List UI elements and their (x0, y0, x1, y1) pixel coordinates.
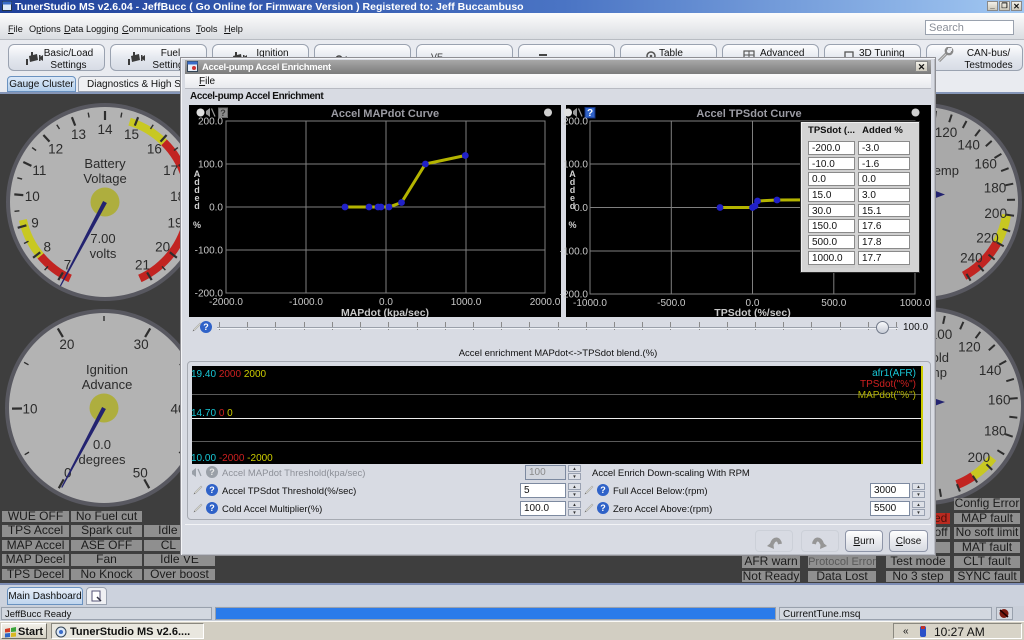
svg-text:21: 21 (135, 258, 150, 273)
svg-text:200: 200 (984, 206, 1007, 221)
svg-text:16: 16 (147, 141, 162, 156)
svg-text:10: 10 (25, 189, 40, 204)
svg-text:Voltage: Voltage (83, 171, 126, 186)
svg-text:220: 220 (976, 230, 999, 245)
svg-text:200.0: 200.0 (563, 117, 588, 128)
svg-text:10: 10 (22, 402, 37, 417)
svg-text:-2000.0: -2000.0 (209, 297, 243, 308)
svg-text:17: 17 (163, 163, 178, 178)
svg-text:30: 30 (134, 337, 149, 352)
svg-text:12: 12 (48, 141, 63, 156)
svg-text:-1000.0: -1000.0 (289, 297, 323, 308)
svg-text:2000.0: 2000.0 (530, 297, 561, 308)
svg-text:8: 8 (44, 240, 52, 255)
svg-text:15: 15 (124, 127, 139, 142)
svg-text:50: 50 (133, 466, 148, 481)
svg-text:100.0: 100.0 (198, 160, 223, 171)
svg-text:MAPdot (kpa/sec): MAPdot (kpa/sec) (341, 307, 429, 317)
svg-text:9: 9 (31, 216, 39, 231)
svg-text:volts: volts (90, 246, 117, 261)
svg-text:-100.0: -100.0 (195, 246, 224, 257)
svg-text:Ignition: Ignition (86, 362, 128, 377)
svg-text:13: 13 (71, 127, 86, 142)
svg-text:160: 160 (974, 157, 997, 172)
svg-text:180: 180 (984, 424, 1007, 439)
svg-text:%: % (193, 220, 201, 230)
svg-text:Advance: Advance (82, 377, 133, 392)
svg-text:d: d (194, 201, 200, 211)
svg-text:Accel MAPdot Curve: Accel MAPdot Curve (331, 108, 439, 120)
svg-text:%: % (568, 220, 576, 230)
svg-text:-1000.0: -1000.0 (573, 298, 607, 309)
svg-text:Accel TPSdot Curve: Accel TPSdot Curve (696, 108, 801, 120)
svg-text:1000.0: 1000.0 (451, 297, 482, 308)
svg-text:-500.0: -500.0 (657, 298, 686, 309)
svg-text:140: 140 (957, 137, 980, 152)
svg-text:20: 20 (155, 240, 170, 255)
svg-text:0.0: 0.0 (574, 203, 588, 214)
svg-text:120: 120 (958, 340, 981, 355)
svg-text:120: 120 (935, 125, 958, 140)
svg-text:180: 180 (984, 180, 1007, 195)
svg-text:200.0: 200.0 (198, 117, 223, 128)
svg-text:20: 20 (59, 337, 74, 352)
svg-text:240: 240 (960, 250, 983, 265)
svg-text:160: 160 (988, 393, 1011, 408)
svg-text:500.0: 500.0 (821, 298, 846, 309)
svg-text:7.00: 7.00 (90, 231, 115, 246)
svg-text:200: 200 (968, 450, 991, 465)
svg-text:-100.0: -100.0 (560, 247, 589, 258)
svg-text:0.0: 0.0 (93, 437, 111, 452)
svg-text:Battery: Battery (84, 156, 126, 171)
svg-text:1000.0: 1000.0 (900, 298, 931, 309)
svg-text:11: 11 (32, 163, 46, 178)
svg-text:14: 14 (97, 122, 113, 137)
svg-text:d: d (570, 201, 576, 211)
svg-text:140: 140 (979, 363, 1002, 378)
svg-text:0.0: 0.0 (209, 203, 223, 214)
svg-text:7: 7 (64, 258, 72, 273)
svg-text:degrees: degrees (79, 452, 126, 467)
svg-text:TPSdot (%/sec): TPSdot (%/sec) (714, 307, 790, 317)
